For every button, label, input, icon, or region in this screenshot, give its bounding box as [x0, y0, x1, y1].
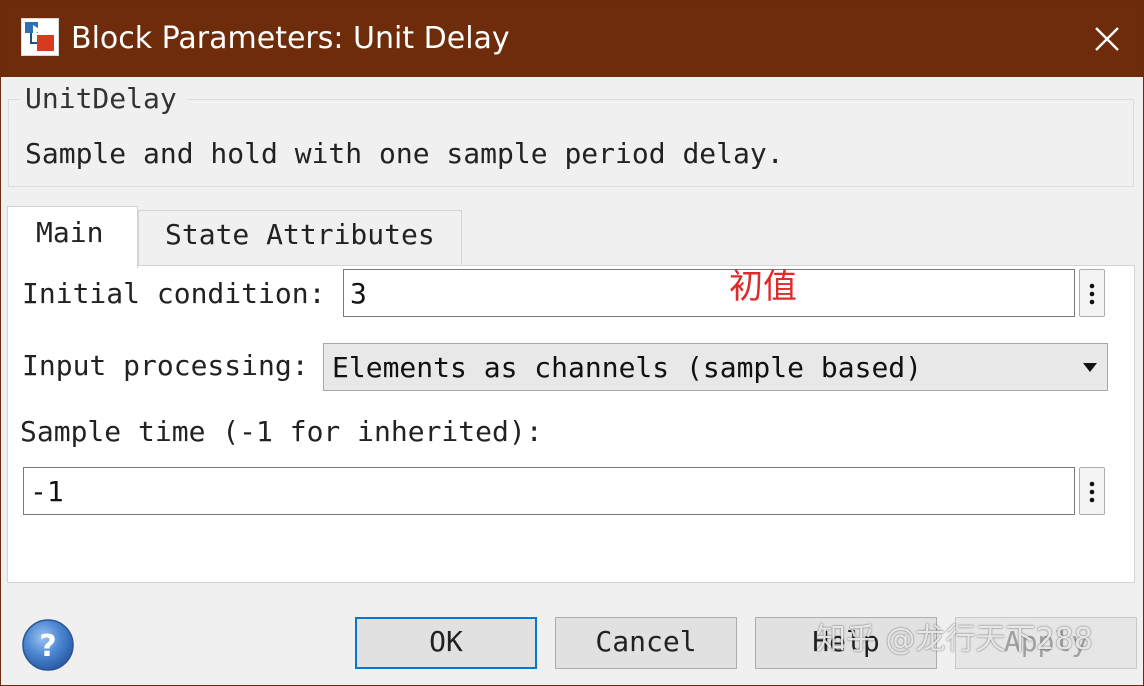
watermark: 知乎 @龙行天下288: [816, 622, 1093, 657]
sample-time-label: Sample time (-1 for inherited):: [20, 415, 543, 448]
vertical-ellipsis-icon: [1089, 481, 1095, 503]
input-processing-label: Input processing:: [22, 349, 309, 382]
initial-condition-more-button[interactable]: [1079, 269, 1105, 317]
svg-text:?: ?: [39, 629, 56, 664]
close-icon[interactable]: [1087, 19, 1127, 59]
initial-condition-input[interactable]: [343, 269, 1075, 317]
vertical-ellipsis-icon: [1089, 283, 1095, 305]
sample-time-more-button[interactable]: [1079, 467, 1105, 515]
tab-state-attributes[interactable]: State Attributes: [138, 210, 462, 266]
simulink-block-icon: [21, 18, 59, 56]
block-description: Sample and hold with one sample period d…: [25, 137, 784, 170]
sample-time-input[interactable]: [23, 467, 1075, 515]
cancel-button[interactable]: Cancel: [555, 617, 737, 669]
tab-main[interactable]: Main: [7, 206, 138, 268]
chevron-down-icon: [1083, 363, 1097, 372]
input-processing-value: Elements as channels (sample based): [332, 351, 923, 384]
ok-button[interactable]: OK: [355, 617, 537, 669]
block-parameters-dialog: Block Parameters: Unit Delay UnitDelay S…: [0, 0, 1144, 686]
initial-condition-label: Initial condition:: [22, 277, 326, 310]
initial-value-annotation: 初值: [729, 267, 797, 307]
help-icon[interactable]: ?: [21, 618, 75, 672]
input-processing-select[interactable]: Elements as channels (sample based): [323, 343, 1108, 391]
block-type-title: UnitDelay: [19, 81, 187, 117]
title-bar[interactable]: Block Parameters: Unit Delay: [1, 1, 1143, 77]
window-title: Block Parameters: Unit Delay: [71, 21, 510, 56]
